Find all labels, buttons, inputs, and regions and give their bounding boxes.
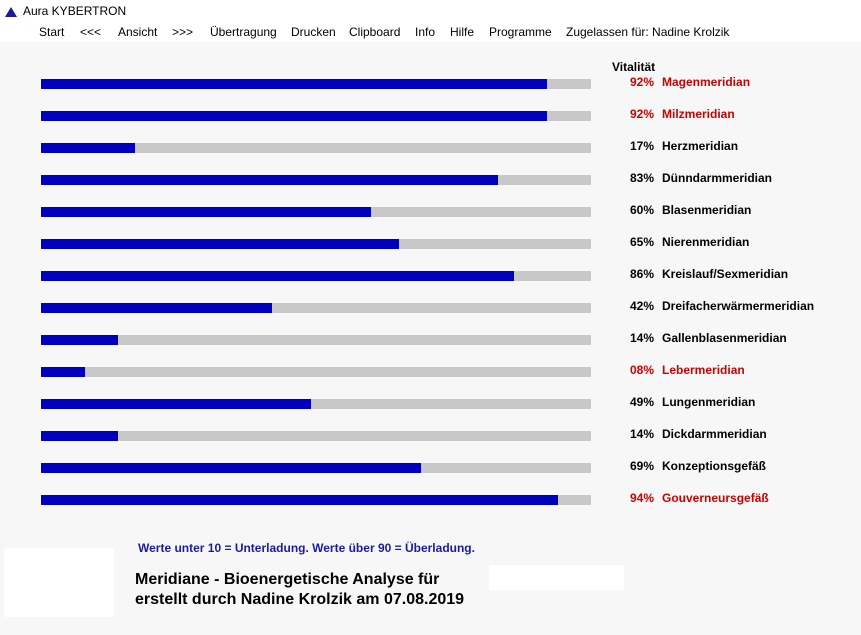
bar-fill — [41, 271, 514, 281]
value-label: 42% — [629, 299, 654, 313]
bar-track — [41, 431, 591, 441]
meridian-row: 14% Gallenblasenmeridian — [0, 331, 861, 355]
bar-track — [41, 495, 591, 505]
bar-fill — [41, 111, 547, 121]
meridian-row: 14% Dickdarmmeridian — [0, 427, 861, 451]
category-label: Milzmeridian — [662, 107, 735, 121]
bar-track — [41, 303, 591, 313]
menu-bar: Start <<< Ansicht >>> Übertragung Drucke… — [0, 22, 861, 42]
bar-track — [41, 111, 591, 121]
triangle-icon — [5, 7, 17, 17]
meridian-row: 92% Milzmeridian — [0, 107, 861, 131]
value-label: 17% — [629, 139, 654, 153]
bar-fill — [41, 431, 118, 441]
title-bar: Aura KYBERTRON — [0, 0, 861, 22]
category-label: Lungenmeridian — [662, 395, 756, 409]
bar-track — [41, 271, 591, 281]
logo-placeholder — [4, 548, 114, 617]
category-label: Konzeptionsgefäß — [662, 459, 766, 473]
legend-note: Werte unter 10 = Unterladung. Werte über… — [138, 541, 475, 555]
category-label: Dreifacherwärmermeridian — [662, 299, 815, 313]
category-label: Magenmeridian — [662, 75, 751, 89]
window-title: Aura KYBERTRON — [23, 4, 127, 18]
value-label: 65% — [629, 235, 654, 249]
bar-fill — [41, 143, 135, 153]
menu-prev[interactable]: <<< — [80, 25, 101, 39]
value-label: 14% — [629, 427, 654, 441]
meridian-row: 65% Nierenmeridian — [0, 235, 861, 259]
bar-fill — [41, 303, 272, 313]
bar-track — [41, 367, 591, 377]
value-label: 60% — [629, 203, 654, 217]
bar-track — [41, 335, 591, 345]
bar-fill — [41, 495, 558, 505]
value-label: 86% — [629, 267, 654, 281]
column-header-vitality: Vitalität — [612, 60, 656, 74]
value-label: 08% — [629, 363, 654, 377]
bar-fill — [41, 239, 399, 249]
bar-track — [41, 463, 591, 473]
category-label: Herzmeridian — [662, 139, 739, 153]
meridian-row: 08% Lebermeridian — [0, 363, 861, 387]
bar-track — [41, 143, 591, 153]
meridian-row: 83% Dünndarmmeridian — [0, 171, 861, 195]
category-label: Gallenblasenmeridian — [662, 331, 787, 345]
value-label: 92% — [629, 75, 654, 89]
bar-track — [41, 175, 591, 185]
value-label: 94% — [629, 491, 654, 505]
bar-fill — [41, 367, 85, 377]
meridian-row: 92% Magenmeridian — [0, 75, 861, 99]
meridian-row: 69% Konzeptionsgefäß — [0, 459, 861, 483]
bar-fill — [41, 175, 498, 185]
bar-fill — [41, 463, 421, 473]
category-label: Nierenmeridian — [662, 235, 750, 249]
meridian-row: 49% Lungenmeridian — [0, 395, 861, 419]
category-label: Kreislauf/Sexmeridian — [662, 267, 789, 281]
menu-start[interactable]: Start — [39, 25, 64, 39]
menu-hilfe[interactable]: Hilfe — [450, 25, 474, 39]
value-label: 14% — [629, 331, 654, 345]
category-label: Gouverneursgefäß — [662, 491, 769, 505]
client-name-field — [489, 565, 624, 590]
meridian-row: 94% Gouverneursgefäß — [0, 491, 861, 515]
bar-track — [41, 207, 591, 217]
category-label: Dickdarmmeridian — [662, 427, 767, 441]
value-label: 83% — [629, 171, 654, 185]
menu-programme[interactable]: Programme — [489, 25, 552, 39]
category-label: Dünndarmmeridian — [662, 171, 773, 185]
bar-track — [41, 79, 591, 89]
report-title: Meridiane - Bioenergetische Analyse für — [135, 571, 440, 588]
category-label: Blasenmeridian — [662, 203, 752, 217]
meridian-row: 17% Herzmeridian — [0, 139, 861, 163]
bar-fill — [41, 399, 311, 409]
bar-fill — [41, 79, 547, 89]
bar-fill — [41, 335, 118, 345]
menu-clipboard[interactable]: Clipboard — [349, 25, 400, 39]
menu-info[interactable]: Info — [415, 25, 435, 39]
menu-drucken[interactable]: Drucken — [291, 25, 336, 39]
value-label: 49% — [629, 395, 654, 409]
value-label: 92% — [629, 107, 654, 121]
meridian-row: 60% Blasenmeridian — [0, 203, 861, 227]
value-label: 69% — [629, 459, 654, 473]
category-label: Lebermeridian — [662, 363, 745, 377]
bar-fill — [41, 207, 371, 217]
bar-track — [41, 239, 591, 249]
menu-uebertragung[interactable]: Übertragung — [210, 25, 277, 39]
menu-next[interactable]: >>> — [172, 25, 193, 39]
report-subtitle: erstellt durch Nadine Krolzik am 07.08.2… — [135, 591, 465, 608]
meridian-row: 86% Kreislauf/Sexmeridian — [0, 267, 861, 291]
meridian-row: 42% Dreifacherwärmermeridian — [0, 299, 861, 323]
menu-license[interactable]: Zugelassen für: Nadine Krolzik — [566, 25, 729, 39]
menu-ansicht[interactable]: Ansicht — [118, 25, 157, 39]
bar-track — [41, 399, 591, 409]
